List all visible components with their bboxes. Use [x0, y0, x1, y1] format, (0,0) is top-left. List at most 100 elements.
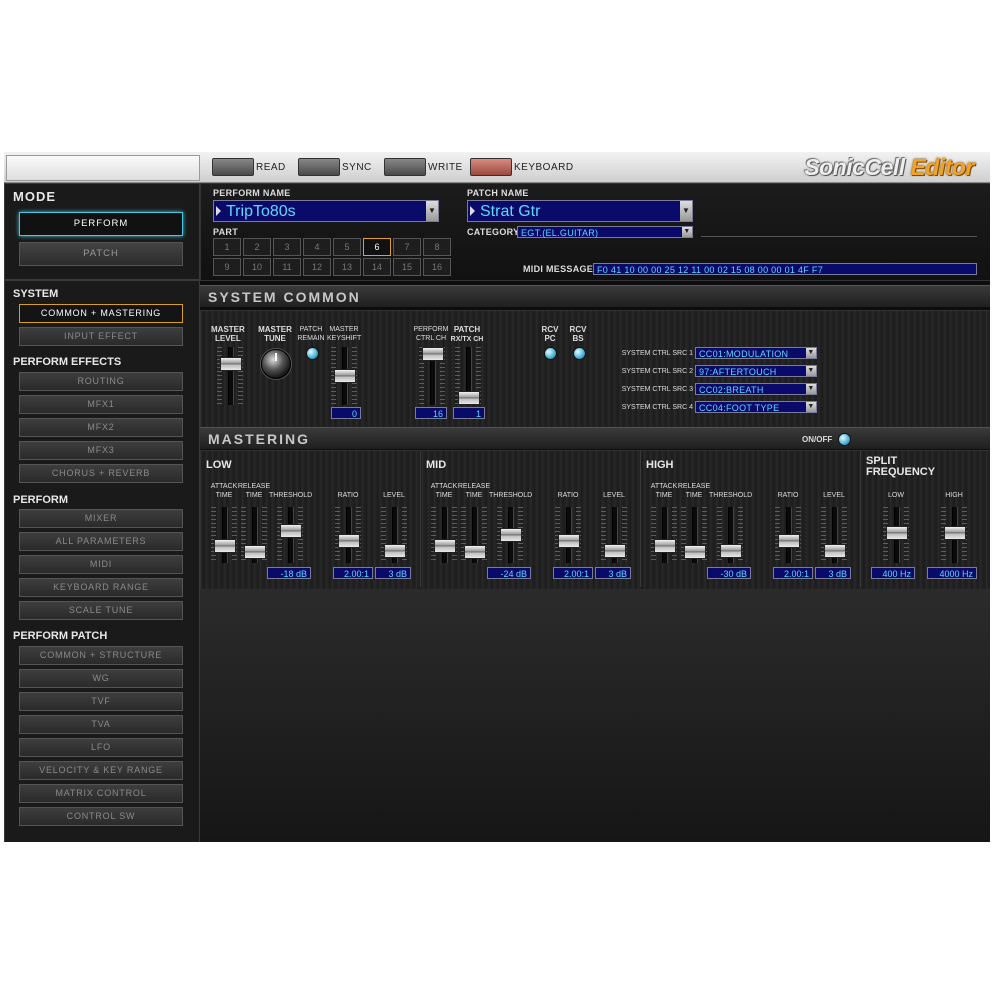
perform-ctrl-ch-fader[interactable]	[419, 347, 445, 405]
part-button-1[interactable]: 1	[213, 238, 241, 256]
patch-rxtx-ch-fader[interactable]	[455, 347, 481, 405]
nav-mixer[interactable]: MIXER	[19, 509, 183, 528]
level-fader-knob[interactable]	[384, 544, 406, 558]
level-fader[interactable]	[601, 507, 627, 563]
patch-rxtx-ch-fader-knob[interactable]	[458, 391, 480, 405]
master-level-fader[interactable]	[217, 347, 243, 405]
part-button-14[interactable]: 14	[363, 258, 391, 276]
sync-button[interactable]	[298, 158, 340, 176]
nav-mfx2[interactable]: MFX2	[19, 418, 183, 437]
release-time-fader[interactable]	[461, 507, 487, 563]
ratio-value[interactable]: 2.00:1	[333, 567, 373, 579]
release-time-fader[interactable]	[241, 507, 267, 563]
nav-tva[interactable]: TVA	[19, 715, 183, 734]
ratio-fader-knob[interactable]	[338, 534, 360, 548]
nav-chorus-reverb[interactable]: CHORUS + REVERB	[19, 464, 183, 483]
threshold-value[interactable]: -24 dB	[487, 567, 531, 579]
nav-common-structure[interactable]: COMMON + STRUCTURE	[19, 646, 183, 665]
split-low-fader[interactable]	[883, 507, 909, 563]
ratio-fader-knob[interactable]	[778, 534, 800, 548]
threshold-fader[interactable]	[717, 507, 743, 563]
part-button-6[interactable]: 6	[363, 238, 391, 256]
threshold-value[interactable]: -18 dB	[267, 567, 311, 579]
split-low-value[interactable]: 400 Hz	[871, 567, 915, 579]
ctrl-src-3-dropdown-icon[interactable]: ▼	[806, 384, 816, 394]
perform-name-dropdown-icon[interactable]: ▼	[426, 201, 438, 221]
threshold-fader-knob[interactable]	[280, 524, 302, 538]
part-button-5[interactable]: 5	[333, 238, 361, 256]
patch-rxtx-ch-value[interactable]: 1	[453, 407, 485, 419]
part-button-16[interactable]: 16	[423, 258, 451, 276]
perform-ctrl-ch-fader-knob[interactable]	[422, 347, 444, 361]
threshold-fader-knob[interactable]	[500, 528, 522, 542]
level-fader-knob[interactable]	[604, 544, 626, 558]
nav-wg[interactable]: WG	[19, 669, 183, 688]
threshold-fader-knob[interactable]	[720, 544, 742, 558]
nav-scale-tune[interactable]: SCALE TUNE	[19, 601, 183, 620]
ctrl-src-3-select[interactable]: CC02:BREATH ▼	[695, 383, 817, 395]
part-button-9[interactable]: 9	[213, 258, 241, 276]
split-high-fader-knob[interactable]	[944, 526, 966, 540]
patch-name-dropdown-icon[interactable]: ▼	[680, 201, 692, 221]
ctrl-src-1-select[interactable]: CC01:MODULATION ▼	[695, 347, 817, 359]
ratio-value[interactable]: 2.00:1	[773, 567, 813, 579]
perform-ctrl-ch-value[interactable]: 16	[415, 407, 447, 419]
patch-name-prev-icon[interactable]	[470, 206, 475, 216]
level-fader[interactable]	[381, 507, 407, 563]
category-select[interactable]: EGT.(EL.GUITAR) ▼	[517, 226, 693, 238]
ratio-fader-knob[interactable]	[558, 534, 580, 548]
nav-mfx3[interactable]: MFX3	[19, 441, 183, 460]
rcv-pc-toggle[interactable]	[544, 347, 557, 360]
mode-patch-button[interactable]: PATCH	[19, 242, 183, 266]
level-value[interactable]: 3 dB	[815, 567, 851, 579]
part-button-10[interactable]: 10	[243, 258, 271, 276]
patch-name-field[interactable]: Strat Gtr ▼	[467, 200, 693, 222]
level-fader[interactable]	[821, 507, 847, 563]
mode-perform-button[interactable]: PERFORM	[19, 212, 183, 236]
nav-control-sw[interactable]: CONTROL SW	[19, 807, 183, 826]
ratio-fader[interactable]	[555, 507, 581, 563]
part-button-8[interactable]: 8	[423, 238, 451, 256]
category-dropdown-icon[interactable]: ▼	[682, 227, 692, 237]
nav-matrix-control[interactable]: MATRIX CONTROL	[19, 784, 183, 803]
threshold-value[interactable]: -30 dB	[707, 567, 751, 579]
split-low-fader-knob[interactable]	[886, 526, 908, 540]
nav-keyboard-range[interactable]: KEYBOARD RANGE	[19, 578, 183, 597]
rcv-bs-toggle[interactable]	[573, 347, 586, 360]
keyboard-button[interactable]	[470, 158, 512, 176]
nav-midi[interactable]: MIDI	[19, 555, 183, 574]
attack-time-fader[interactable]	[211, 507, 237, 563]
ratio-value[interactable]: 2.00:1	[553, 567, 593, 579]
attack-time-fader[interactable]	[431, 507, 457, 563]
release-time-fader-knob[interactable]	[464, 545, 486, 559]
nav-all-parameters[interactable]: ALL PARAMETERS	[19, 532, 183, 551]
part-button-7[interactable]: 7	[393, 238, 421, 256]
nav-tvf[interactable]: TVF	[19, 692, 183, 711]
nav-mfx1[interactable]: MFX1	[19, 395, 183, 414]
mastering-onoff-toggle[interactable]	[838, 433, 851, 446]
part-button-3[interactable]: 3	[273, 238, 301, 256]
nav-lfo[interactable]: LFO	[19, 738, 183, 757]
ctrl-src-2-select[interactable]: 97:AFTERTOUCH ▼	[695, 365, 817, 377]
write-button[interactable]	[384, 158, 426, 176]
master-tune-knob[interactable]	[261, 349, 291, 379]
perform-name-prev-icon[interactable]	[216, 206, 221, 216]
part-button-12[interactable]: 12	[303, 258, 331, 276]
part-button-11[interactable]: 11	[273, 258, 301, 276]
release-time-fader-knob[interactable]	[244, 545, 266, 559]
level-fader-knob[interactable]	[824, 544, 846, 558]
part-button-15[interactable]: 15	[393, 258, 421, 276]
ctrl-src-4-select[interactable]: CC04:FOOT TYPE ▼	[695, 401, 817, 413]
part-button-13[interactable]: 13	[333, 258, 361, 276]
attack-time-fader-knob[interactable]	[434, 539, 456, 553]
patch-remain-toggle[interactable]	[306, 347, 319, 360]
attack-time-fader[interactable]	[651, 507, 677, 563]
nav-velocity-key-range[interactable]: VELOCITY & KEY RANGE	[19, 761, 183, 780]
part-button-2[interactable]: 2	[243, 238, 271, 256]
read-button[interactable]	[212, 158, 254, 176]
split-high-fader[interactable]	[941, 507, 967, 563]
nav-routing[interactable]: ROUTING	[19, 372, 183, 391]
master-keyshift-fader-knob[interactable]	[334, 369, 356, 383]
ratio-fader[interactable]	[335, 507, 361, 563]
split-high-value[interactable]: 4000 Hz	[927, 567, 977, 579]
